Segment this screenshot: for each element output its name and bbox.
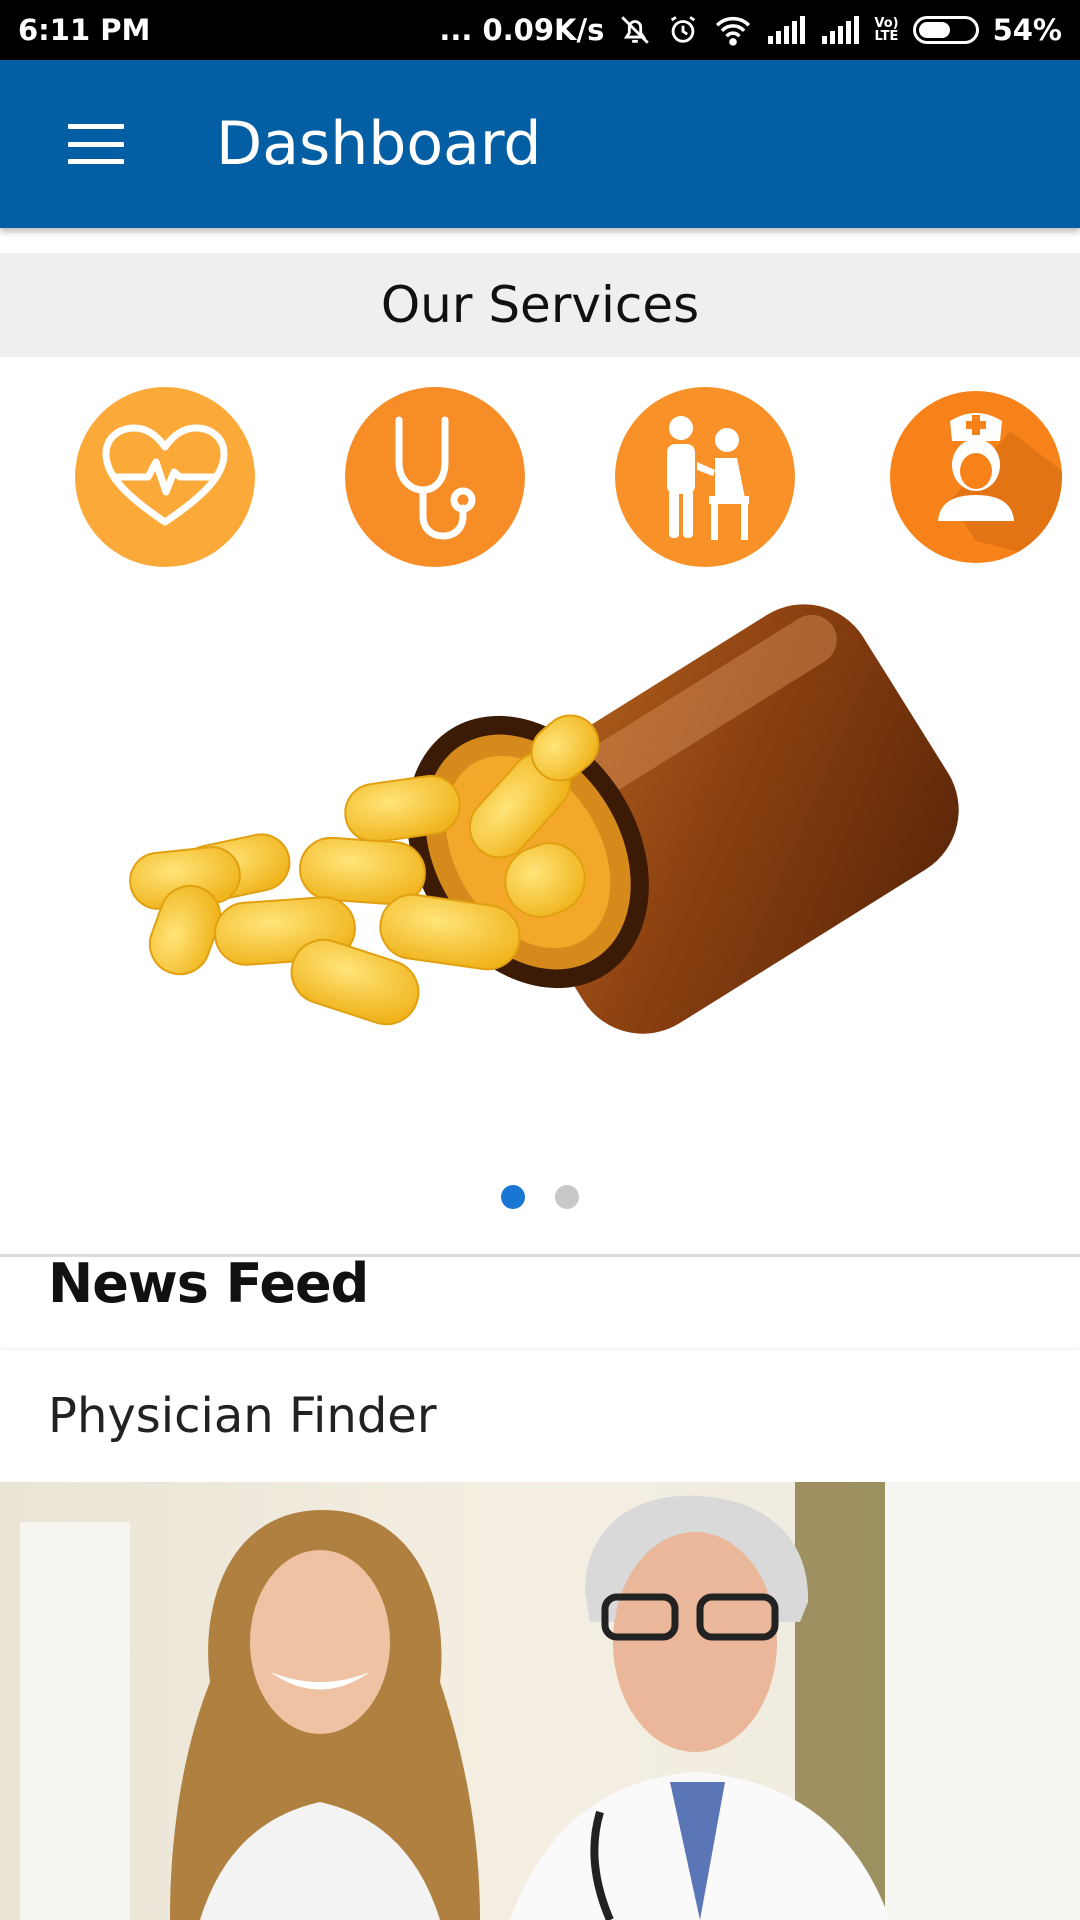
service-nurse-button[interactable] xyxy=(890,391,1062,563)
carousel-dot-active[interactable] xyxy=(501,1185,525,1209)
signal-icon xyxy=(766,16,806,44)
carousel-dot[interactable] xyxy=(555,1185,579,1209)
nurse-icon xyxy=(938,413,1062,563)
mute-icon xyxy=(618,13,652,47)
service-heart-button[interactable] xyxy=(75,387,255,567)
page-title: Dashboard xyxy=(216,109,542,179)
doctors-photo[interactable] xyxy=(0,1482,1080,1920)
news-feed-item-title: Physician Finder xyxy=(48,1388,437,1444)
elderly-care-icon xyxy=(667,416,749,540)
signal-icon xyxy=(820,16,860,44)
hamburger-menu-icon[interactable] xyxy=(68,124,124,164)
news-feed-title: News Feed xyxy=(48,1252,369,1315)
wifi-icon xyxy=(714,14,752,46)
carousel[interactable] xyxy=(0,600,1080,1240)
stethoscope-icon xyxy=(395,416,476,540)
network-speed: ... 0.09K/s xyxy=(439,13,605,47)
service-stethoscope-button[interactable] xyxy=(345,387,525,567)
heart-pulse-icon xyxy=(102,424,228,526)
service-elderly-care-button[interactable] xyxy=(615,387,795,567)
services-row xyxy=(0,385,1080,570)
status-time: 6:11 PM xyxy=(18,13,151,47)
battery-icon xyxy=(912,16,979,44)
status-icons: ... 0.09K/s Vo) LTE 54% xyxy=(439,13,1062,47)
battery-percent: 54% xyxy=(992,13,1062,47)
pill-bottle-image xyxy=(129,604,959,1034)
alarm-icon xyxy=(666,13,700,47)
services-header: Our Services xyxy=(0,253,1080,357)
carousel-dots xyxy=(0,1185,1080,1209)
news-feed-item[interactable]: Physician Finder xyxy=(0,1350,1080,1482)
volte-icon: Vo) LTE xyxy=(874,16,899,44)
app-bar: Dashboard xyxy=(0,60,1080,228)
status-bar: 6:11 PM ... 0.09K/s Vo) LTE 54% xyxy=(0,0,1080,60)
